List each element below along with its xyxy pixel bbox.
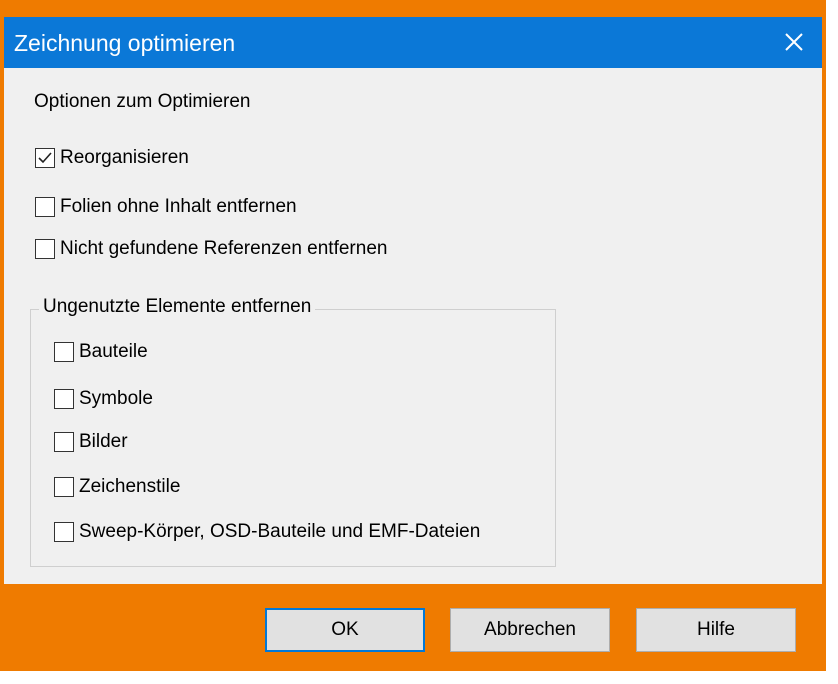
unused-elements-group: Ungenutzte Elemente entfernen Bauteile S…: [30, 296, 556, 567]
checkbox-images[interactable]: Bilder: [54, 431, 128, 453]
checkmark-icon: [38, 152, 52, 164]
checkbox-label: Bilder: [79, 431, 128, 452]
checkbox-box[interactable]: [54, 432, 74, 452]
close-icon: [785, 33, 803, 51]
checkbox-label: Zeichenstile: [79, 476, 181, 497]
checkbox-label: Folien ohne Inhalt entfernen: [60, 196, 297, 217]
title-bar: Zeichnung optimieren: [4, 17, 822, 68]
checkbox-label: Symbole: [79, 388, 153, 409]
checkbox-sweep-bodies[interactable]: Sweep-Körper, OSD-Bauteile und EMF-Datei…: [54, 521, 480, 543]
checkbox-label: Sweep-Körper, OSD-Bauteile und EMF-Datei…: [79, 521, 481, 542]
checkbox-box[interactable]: [54, 522, 74, 542]
ok-button[interactable]: OK: [265, 608, 425, 652]
dialog-title: Zeichnung optimieren: [14, 30, 236, 56]
checkbox-label: Bauteile: [79, 341, 148, 362]
options-heading: Optionen zum Optimieren: [34, 91, 251, 112]
checkbox-symbols[interactable]: Symbole: [54, 388, 153, 410]
checkbox-box[interactable]: [35, 148, 55, 168]
checkbox-remove-missing-references[interactable]: Nicht gefundene Referenzen entfernen: [35, 238, 387, 260]
checkbox-box[interactable]: [35, 239, 55, 259]
dialog-frame: Zeichnung optimieren Optionen zum Optimi…: [0, 0, 826, 671]
checkbox-box[interactable]: [35, 197, 55, 217]
help-button[interactable]: Hilfe: [636, 608, 796, 652]
group-label: Ungenutzte Elemente entfernen: [39, 296, 316, 318]
checkbox-character-styles[interactable]: Zeichenstile: [54, 476, 180, 498]
checkbox-label: Nicht gefundene Referenzen entfernen: [60, 238, 388, 259]
checkbox-box[interactable]: [54, 389, 74, 409]
checkbox-label: Reorganisieren: [60, 147, 189, 168]
checkbox-box[interactable]: [54, 477, 74, 497]
checkbox-parts[interactable]: Bauteile: [54, 341, 148, 363]
cancel-button[interactable]: Abbrechen: [450, 608, 610, 652]
checkbox-box[interactable]: [54, 342, 74, 362]
checkbox-reorganize[interactable]: Reorganisieren: [35, 147, 189, 169]
dialog-body: Optionen zum Optimieren Reorganisieren F…: [4, 68, 822, 584]
checkbox-remove-empty-slides[interactable]: Folien ohne Inhalt entfernen: [35, 196, 297, 218]
close-button[interactable]: [776, 24, 812, 60]
